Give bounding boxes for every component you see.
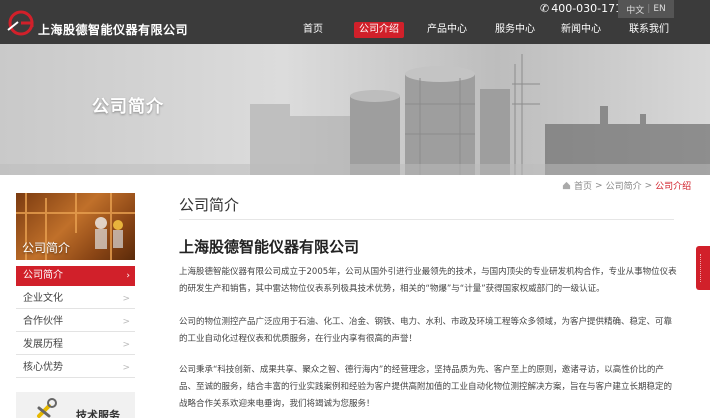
sidebar-hero: 公司简介 (16, 193, 135, 260)
nav-service[interactable]: 服务中心 (490, 22, 540, 38)
banner-title: 公司简介 (92, 97, 164, 117)
phone-icon: ✆ (540, 2, 550, 15)
breadcrumb: 首页 > 公司简介 > 公司介绍 (562, 179, 691, 192)
sidebar-menu: 公司简介 › 企业文化 > 合作伙伴 > 发展历程 > 核心优势 > (16, 266, 135, 381)
title-divider (179, 219, 674, 220)
chevron-right-icon: › (126, 271, 130, 281)
company-logo-icon[interactable] (6, 8, 36, 38)
sidebar-item-history[interactable]: 发展历程 > (16, 335, 135, 355)
chevron-right-icon: > (122, 363, 130, 373)
company-name-heading: 上海股德智能仪器有限公司 (179, 238, 360, 256)
site-header: 上海股德智能仪器有限公司 ✆ 400-030-1718 中文 | EN 首页 公… (0, 0, 710, 44)
chevron-right-icon: > (122, 340, 130, 350)
nav-news[interactable]: 新闻中心 (556, 22, 606, 38)
chevron-right-icon: > (122, 294, 130, 304)
floating-contact-tab[interactable] (696, 246, 710, 290)
intro-paragraph-1: 上海股德智能仪器有限公司成立于2005年，公司从国外引进行业最领先的技术，与国内… (179, 267, 677, 294)
page-title: 公司简介 (179, 196, 240, 214)
sidebar-item-partners[interactable]: 合作伙伴 > (16, 312, 135, 332)
nav-products[interactable]: 产品中心 (422, 22, 472, 38)
lang-en-link[interactable]: EN (653, 4, 665, 14)
sidebar-item-label: 企业文化 (23, 293, 63, 304)
language-switcher: 中文 | EN (618, 0, 674, 18)
breadcrumb-separator: > (644, 180, 653, 191)
nav-about[interactable]: 公司介绍 (354, 22, 404, 38)
tech-service-box[interactable]: 技术服务 (16, 392, 135, 418)
breadcrumb-parent[interactable]: 公司简介 (606, 179, 642, 192)
page-banner: 公司简介 (0, 44, 710, 175)
brand-name[interactable]: 上海股德智能仪器有限公司 (38, 21, 188, 38)
lang-separator: | (647, 4, 651, 14)
intro-paragraph-3: 公司秉承“科技创新、成果共享、聚众之智、德行海内”的经营理念，坚持品质为先、客户… (179, 365, 673, 409)
sidebar-item-profile[interactable]: 公司简介 › (16, 266, 135, 286)
breadcrumb-home[interactable]: 首页 (574, 179, 592, 192)
sidebar-item-label: 合作伙伴 (23, 316, 63, 327)
sidebar-hero-title: 公司简介 (22, 241, 71, 255)
lang-zh-link[interactable]: 中文 (626, 3, 644, 16)
sidebar-item-label: 公司简介 (23, 270, 63, 281)
sidebar-item-label: 核心优势 (23, 362, 63, 373)
breadcrumb-separator: > (595, 180, 603, 191)
breadcrumb-current: 公司介绍 (655, 182, 692, 192)
sidebar-item-label: 发展历程 (23, 339, 63, 350)
wrench-icon (37, 398, 57, 418)
intro-paragraph-2: 公司的物位测控产品广泛应用于石油、化工、冶金、钢铁、电力、水利、市政及环境工程等… (179, 317, 673, 344)
sidebar-item-advantages[interactable]: 核心优势 > (16, 358, 135, 378)
nav-home[interactable]: 首页 (298, 22, 328, 38)
tech-service-label: 技术服务 (76, 409, 120, 418)
nav-contact[interactable]: 联系我们 (624, 22, 674, 38)
home-icon (562, 181, 571, 190)
chevron-right-icon: > (122, 317, 130, 327)
sidebar-item-culture[interactable]: 企业文化 > (16, 289, 135, 309)
hotline: ✆ 400-030-1718 (540, 2, 629, 15)
